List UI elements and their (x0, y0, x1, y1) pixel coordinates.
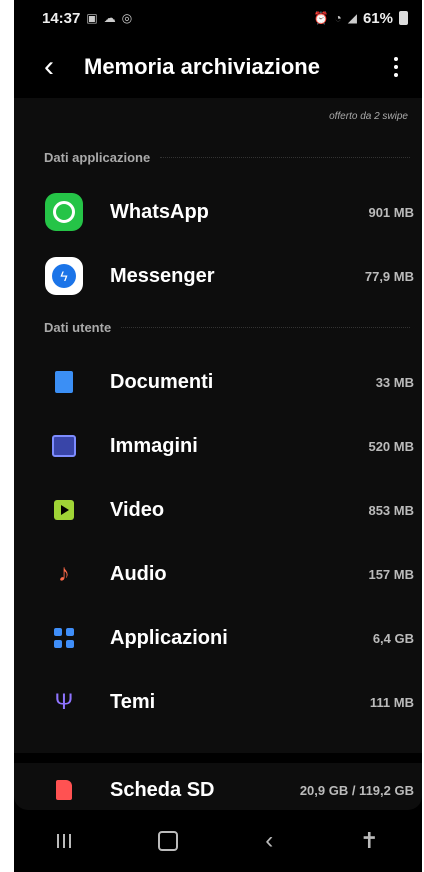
item-label: Applicazioni (110, 626, 228, 649)
item-size: 20,9 GB / 119,2 GB (299, 782, 414, 798)
recent-apps-icon[interactable] (57, 834, 72, 848)
item-label: Scheda SD (110, 778, 215, 801)
alarm-icon: ⏰ (313, 11, 329, 25)
item-size: 157 MB (368, 566, 414, 582)
navigation-bar: ‹ ✝ (14, 810, 422, 872)
back-arrow-icon[interactable]: ‹ (44, 52, 84, 82)
home-icon[interactable] (158, 831, 179, 851)
item-label: WhatsApp (110, 200, 209, 223)
phone-screen: 14:37 ▣ ☁ ◎ ⏰ ◔ ◢ 61% ‹ Memoria archivia… (14, 0, 422, 872)
battery-icon (399, 11, 408, 25)
wifi-icon: ◔ (334, 11, 342, 25)
item-label: Video (110, 498, 165, 521)
accessibility-icon[interactable]: ✝ (360, 830, 378, 852)
status-bar: 14:37 ▣ ☁ ◎ ⏰ ◔ ◢ 61% (14, 0, 422, 36)
item-size: 901 MB (368, 204, 414, 220)
document-icon (44, 362, 84, 402)
cloud-notification-icon: ☁ (103, 11, 116, 25)
section-divider (160, 157, 410, 158)
section-title: Dati utente (44, 320, 112, 335)
sd-card-icon (44, 770, 84, 810)
item-label: Documenti (110, 370, 214, 393)
list-item-temi[interactable]: Ψ Temi 111 MB (44, 672, 414, 732)
item-size: 6,4 GB (372, 630, 414, 646)
item-size: 33 MB (375, 374, 414, 390)
back-nav-icon[interactable]: ‹ (265, 829, 273, 853)
list-item-whatsapp[interactable]: WhatsApp 901 MB (44, 182, 414, 242)
battery-percent: 61% (362, 9, 393, 27)
section-user-data: Dati utente (44, 320, 410, 335)
item-label: Temi (110, 690, 156, 713)
list-item-video[interactable]: Video 853 MB (44, 480, 414, 540)
brush-icon: Ψ (54, 689, 74, 714)
video-icon (44, 490, 84, 530)
music-note-icon: ♪ (58, 560, 70, 587)
section-app-data: Dati applicazione (44, 150, 410, 165)
item-label: Audio (110, 562, 167, 585)
gallery-notification-icon: ▣ (86, 11, 98, 25)
list-item-applicazioni[interactable]: Applicazioni 6,4 GB (44, 608, 414, 668)
whatsapp-icon (44, 192, 84, 232)
offered-by-label: offerto da 2 swipe (329, 111, 408, 122)
item-label: Immagini (110, 434, 198, 457)
list-item-audio[interactable]: ♪ Audio 157 MB (44, 544, 414, 604)
image-icon (44, 426, 84, 466)
item-size: 520 MB (368, 438, 414, 454)
list-item-documenti[interactable]: Documenti 33 MB (44, 352, 414, 412)
list-item-immagini[interactable]: Immagini 520 MB (44, 416, 414, 476)
item-size: 77,9 MB (364, 268, 414, 284)
list-item-messenger[interactable]: ϟ Messenger 77,9 MB (44, 246, 414, 306)
apps-grid-icon (44, 618, 84, 658)
storage-list: offerto da 2 swipe Dati applicazione Wha… (14, 98, 422, 810)
whatsapp-notification-icon: ◎ (121, 11, 133, 25)
page-title: Memoria archiviazione (84, 54, 320, 79)
item-label: Messenger (110, 264, 215, 287)
signal-icon: ◢ (347, 11, 357, 25)
item-size: 853 MB (368, 502, 414, 518)
section-title: Dati applicazione (44, 150, 151, 165)
status-time: 14:37 (42, 9, 81, 27)
app-bar: ‹ Memoria archiviazione (14, 36, 422, 98)
messenger-icon: ϟ (44, 256, 84, 296)
section-divider (121, 327, 410, 328)
item-size: 111 MB (369, 694, 414, 710)
more-options-icon[interactable] (386, 57, 406, 77)
